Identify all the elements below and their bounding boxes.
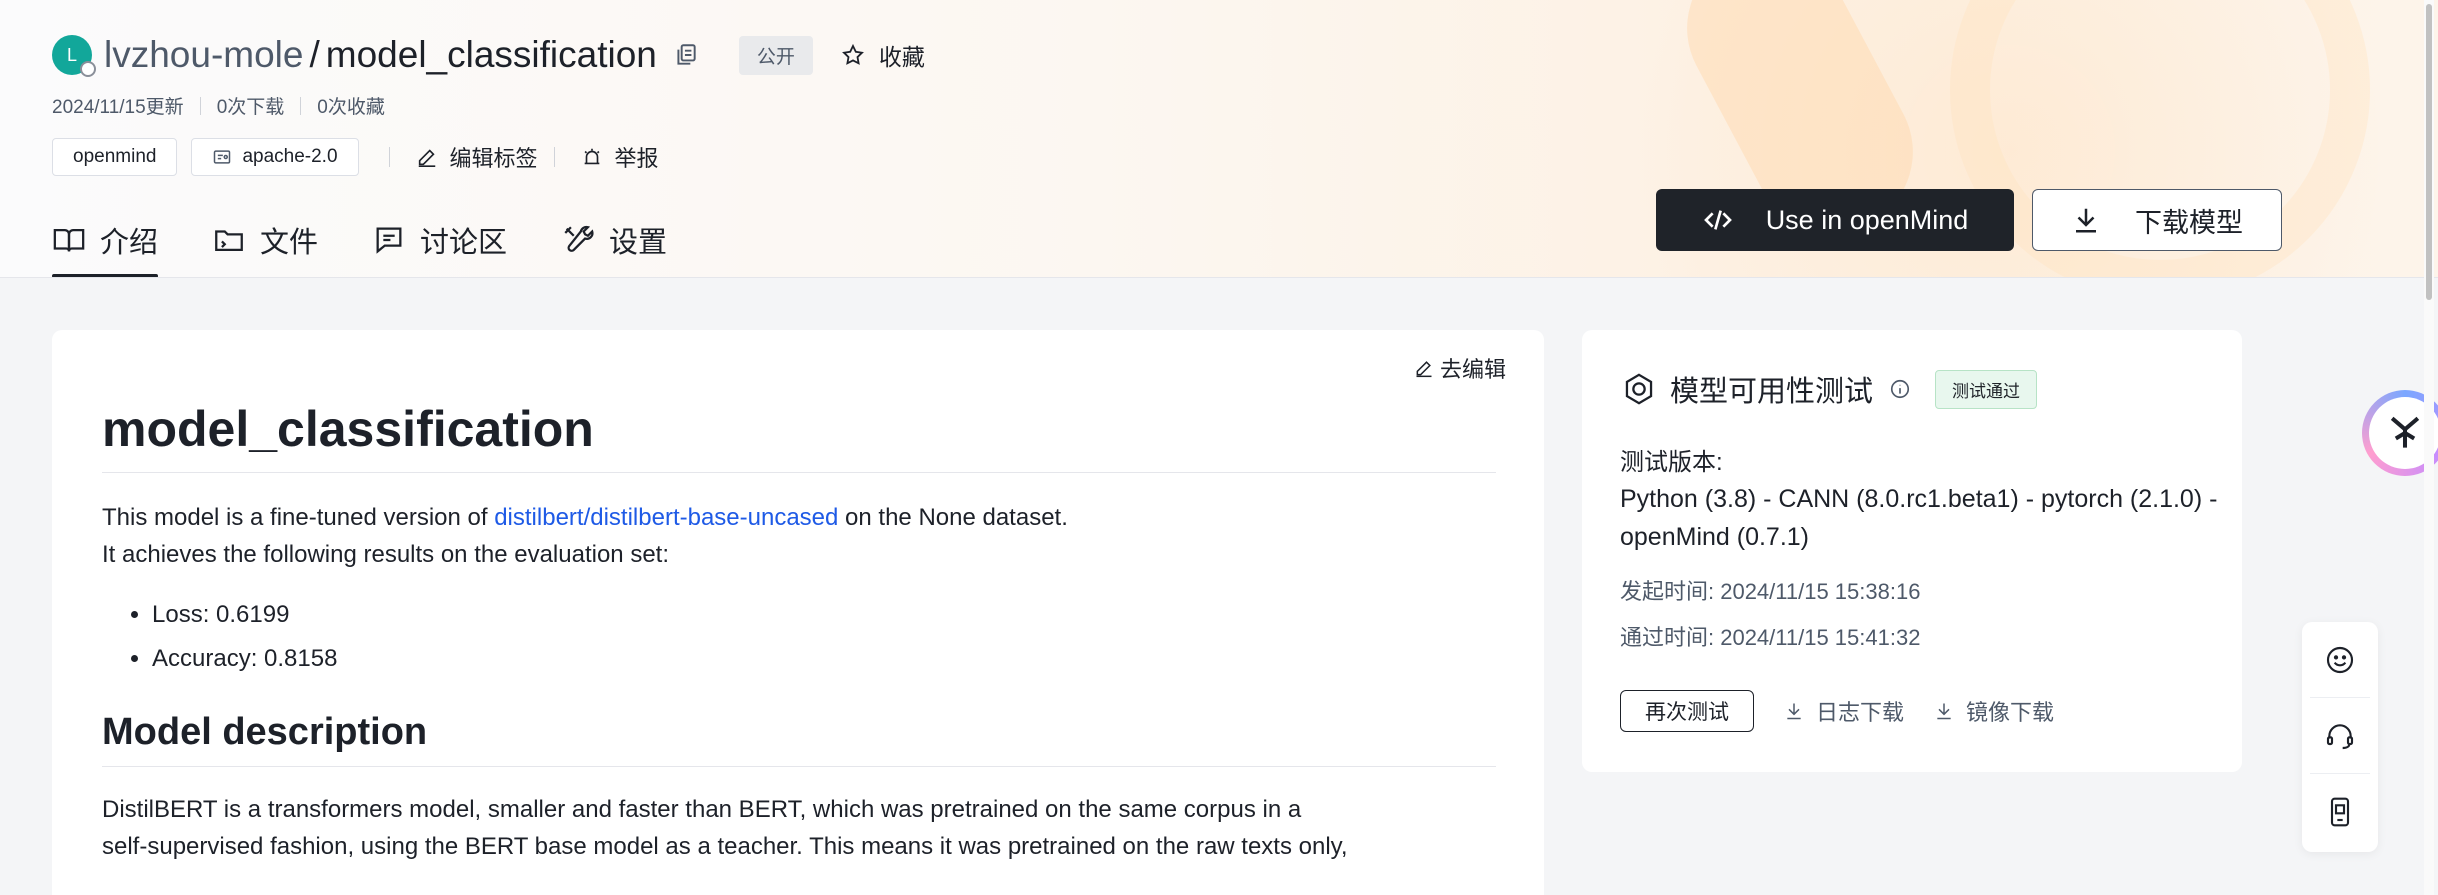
tab-label: 介绍	[100, 227, 159, 259]
divider	[300, 96, 302, 115]
tag-openmind[interactable]: openmind	[52, 138, 178, 176]
download-icon	[1937, 703, 1951, 720]
metrics-list: Loss: 0.6199 Accuracy: 0.8158	[152, 593, 1496, 681]
download-model-button[interactable]: 下载模型	[2032, 189, 2282, 251]
edit-tags-button[interactable]: 编辑标签	[416, 141, 538, 173]
use-in-openmind-label: Use in openMind	[1765, 204, 1969, 235]
readme-title: model_classification	[102, 400, 1496, 473]
smile-icon	[2326, 646, 2354, 673]
start-time: 发起时间: 2024/11/15 15:38:16	[1620, 579, 1921, 604]
alarm-icon	[584, 148, 600, 165]
tab-files[interactable]: 文件	[212, 214, 319, 277]
repo-tabs: 介绍 文件 讨论区 设置	[52, 214, 721, 277]
tab-label: 设置	[609, 227, 668, 259]
log-download-label: 日志下载	[1816, 700, 1905, 725]
image-download-link[interactable]: 镜像下载	[1934, 695, 2054, 727]
download-count: 0次下载	[216, 97, 285, 118]
repo-owner-link[interactable]: lvzhou-mole	[104, 34, 303, 76]
intro-text: This model is a fine-tuned version of	[102, 504, 495, 531]
list-item: Loss: 0.6199	[152, 593, 1496, 637]
availability-title: 模型可用性测试	[1670, 376, 1874, 408]
repo-name: model_classification	[325, 34, 657, 75]
pencil-icon	[1416, 361, 1432, 378]
readme-content: model_classification This model is a fin…	[102, 400, 1496, 865]
feedback-button[interactable]	[2310, 622, 2370, 698]
divider	[553, 147, 555, 167]
page-scrollbar[interactable]	[2424, 0, 2434, 895]
headset-icon	[2326, 723, 2354, 749]
description-line: self-supervised fashion, using the BERT …	[102, 833, 1348, 860]
pencil-icon	[418, 149, 435, 167]
intro-text: on the None dataset.	[838, 504, 1068, 531]
mobile-button[interactable]	[2310, 774, 2370, 850]
readme-intro: This model is a fine-tuned version of di…	[102, 499, 1496, 536]
report-button[interactable]: 举报	[581, 141, 659, 173]
tag-license[interactable]: apache-2.0	[191, 138, 359, 176]
base-model-link[interactable]: distilbert/distilbert-base-uncased	[494, 504, 838, 531]
description-line: DistilBERT is a transformers model, smal…	[102, 796, 1302, 823]
tag-label: apache-2.0	[242, 146, 338, 167]
code-icon	[1703, 210, 1732, 230]
favorite-button[interactable]: 收藏	[841, 38, 925, 72]
list-item: Accuracy: 0.8158	[152, 637, 1496, 681]
readme-intro-line2: It achieves the following results on the…	[102, 541, 669, 568]
download-icon	[2076, 208, 2096, 233]
copy-icon[interactable]	[673, 42, 699, 68]
book-icon	[53, 228, 85, 252]
download-icon	[1787, 703, 1801, 720]
tab-discussion[interactable]: 讨论区	[372, 214, 508, 277]
license-icon	[214, 150, 231, 164]
version-value: Python (3.8) - CANN (8.0.rc1.beta1) - py…	[1620, 485, 2218, 551]
download-model-label: 下载模型	[2135, 207, 2243, 238]
avatar-badge-icon	[80, 61, 96, 77]
avatar[interactable]: L	[52, 35, 96, 77]
divider	[388, 147, 390, 167]
use-in-openmind-button[interactable]: Use in openMind	[1656, 189, 2014, 251]
path-separator: /	[309, 34, 320, 75]
retest-button[interactable]: 再次测试	[1620, 690, 1754, 732]
image-download-label: 镜像下载	[1966, 700, 2055, 725]
hexagon-icon	[1625, 373, 1653, 405]
favorite-count: 0次收藏	[317, 97, 385, 118]
repo-meta: 2024/11/15更新 0次下载 0次收藏	[52, 92, 385, 119]
availability-header: 模型可用性测试 测试通过	[1622, 368, 2038, 410]
phone-icon	[2330, 797, 2350, 827]
tab-intro[interactable]: 介绍	[52, 214, 159, 277]
tag-label: openmind	[73, 146, 157, 167]
folder-icon	[215, 230, 243, 252]
availability-actions: 再次测试 日志下载 镜像下载	[1620, 690, 2054, 732]
tab-settings[interactable]: 设置	[561, 214, 668, 277]
star-icon	[841, 43, 864, 65]
log-download-link[interactable]: 日志下载	[1784, 695, 1904, 727]
tools-icon	[564, 225, 594, 252]
tag-row: openmind apache-2.0 编辑标签 举报	[52, 138, 659, 176]
status-badge: 测试通过	[1935, 369, 2038, 409]
repo-title-row: L lvzhou-mole / model_classification 公开 …	[52, 34, 925, 77]
updated-date: 2024/11/15更新	[52, 97, 184, 118]
availability-card: 模型可用性测试 测试通过 测试版本: Python (3.8) - CANN (…	[1582, 330, 2242, 772]
edit-readme-label: 去编辑	[1439, 357, 1506, 382]
tab-label: 文件	[260, 227, 319, 259]
report-label: 举报	[614, 146, 659, 171]
scrollbar-thumb[interactable]	[2426, 4, 2432, 300]
visibility-badge: 公开	[738, 35, 813, 75]
tab-label: 讨论区	[420, 227, 508, 259]
info-icon[interactable]	[1889, 378, 1911, 400]
version-label: 测试版本:	[1620, 449, 1723, 476]
avatar-letter: L	[66, 44, 77, 65]
floating-toolbar	[2302, 622, 2378, 852]
readme-card: 去编辑 model_classification This model is a…	[52, 330, 1544, 895]
edit-readme-button[interactable]: 去编辑	[1414, 352, 1506, 384]
section-heading: Model description	[102, 711, 1496, 767]
support-button[interactable]	[2310, 698, 2370, 774]
divider	[199, 96, 201, 115]
favorite-label: 收藏	[878, 44, 925, 70]
chat-icon	[376, 227, 402, 254]
repo-header: L lvzhou-mole / model_classification 公开 …	[0, 0, 2438, 278]
pass-time: 通过时间: 2024/11/15 15:41:32	[1620, 625, 1921, 650]
edit-tags-label: 编辑标签	[449, 146, 538, 171]
